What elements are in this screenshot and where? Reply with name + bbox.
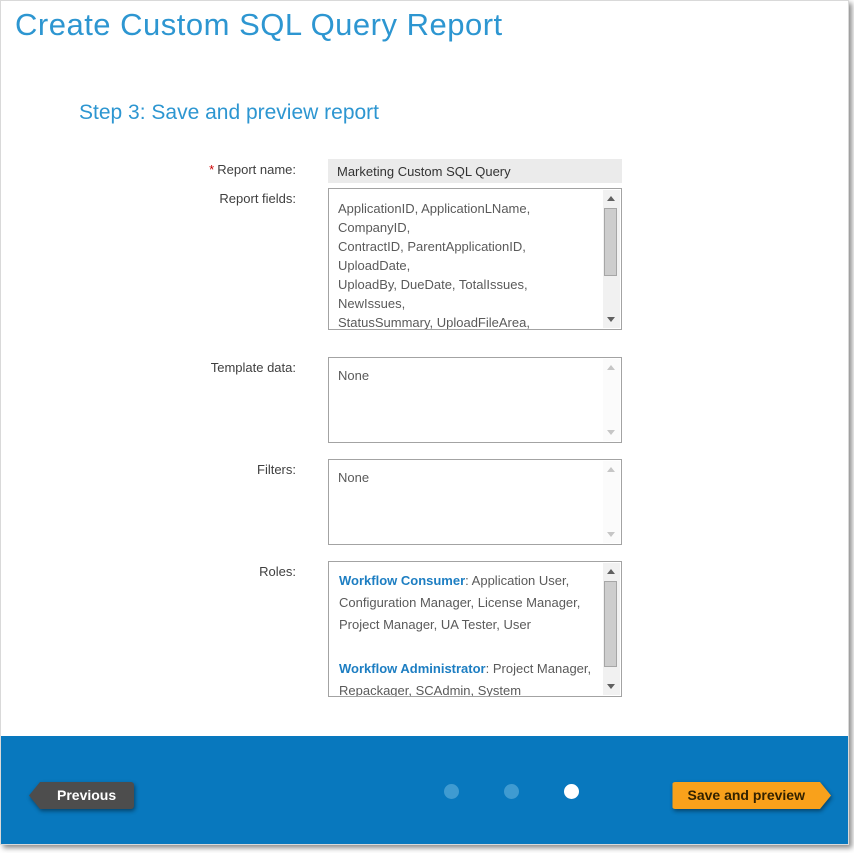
scroll-up-icon[interactable] [607,569,615,574]
page-title: Create Custom SQL Query Report [15,7,503,43]
roles-row: Roles: Workflow Consumer: Application Us… [1,561,848,697]
report-name-label-text: Report name: [217,162,296,177]
report-name-input[interactable] [328,159,622,183]
wizard-page: Create Custom SQL Query Report Step 3: S… [0,0,849,845]
roles-group: Workflow Consumer: Application User, Con… [339,570,595,636]
roles-box[interactable]: Workflow Consumer: Application User, Con… [328,561,622,697]
report-fields-line: ContractID, ParentApplicationID, UploadD… [338,237,595,275]
report-fields-text: ApplicationID, ApplicationLName, Company… [329,189,621,330]
report-fields-scrollbar[interactable] [603,190,620,328]
save-and-preview-button[interactable]: Save and preview [672,782,831,809]
report-form: *Report name: Report fields: Application… [1,159,848,697]
filters-label: Filters: [1,459,296,545]
scroll-up-icon[interactable] [607,196,615,201]
step-indicator [444,784,579,799]
filters-text: None [329,460,621,485]
roles-label: Roles: [1,561,296,697]
roles-text: Workflow Consumer: Application User, Con… [329,562,621,697]
step-dot-2 [504,784,519,799]
report-name-row: *Report name: [1,159,848,183]
roles-group: Workflow Administrator: Project Manager,… [339,658,595,697]
step-heading: Step 3: Save and preview report [79,101,379,125]
report-fields-line: ApplicationID, ApplicationLName, Company… [338,199,595,237]
scroll-down-icon [607,532,615,537]
scroll-up-icon [607,467,615,472]
wizard-footer-bar: Previous Save and preview [1,736,848,844]
report-fields-box[interactable]: ApplicationID, ApplicationLName, Company… [328,188,622,330]
step-dot-3-active [564,784,579,799]
scroll-down-icon[interactable] [607,317,615,322]
scroll-down-icon [607,430,615,435]
report-fields-row: Report fields: ApplicationID, Applicatio… [1,188,848,330]
scroll-up-icon [607,365,615,370]
template-data-box[interactable]: None [328,357,622,443]
role-group-name: Workflow Administrator [339,661,486,676]
role-group-name: Workflow Consumer [339,573,465,588]
report-fields-line: StatusSummary, UploadFileArea, [338,313,595,330]
previous-button[interactable]: Previous [29,782,134,809]
template-data-text: None [329,358,621,383]
scrollbar-thumb[interactable] [604,581,617,667]
required-asterisk: * [209,162,214,177]
scroll-down-icon[interactable] [607,684,615,689]
filters-box[interactable]: None [328,459,622,545]
filters-scrollbar [603,461,620,543]
report-name-label: *Report name: [1,159,296,183]
template-data-scrollbar [603,359,620,441]
report-fields-label: Report fields: [1,188,296,330]
scrollbar-thumb[interactable] [604,208,617,276]
roles-scrollbar[interactable] [603,563,620,695]
step-dot-1 [444,784,459,799]
template-data-label: Template data: [1,357,296,443]
filters-row: Filters: None [1,459,848,545]
report-fields-line: UploadBy, DueDate, TotalIssues, NewIssue… [338,275,595,313]
template-data-row: Template data: None [1,357,848,443]
